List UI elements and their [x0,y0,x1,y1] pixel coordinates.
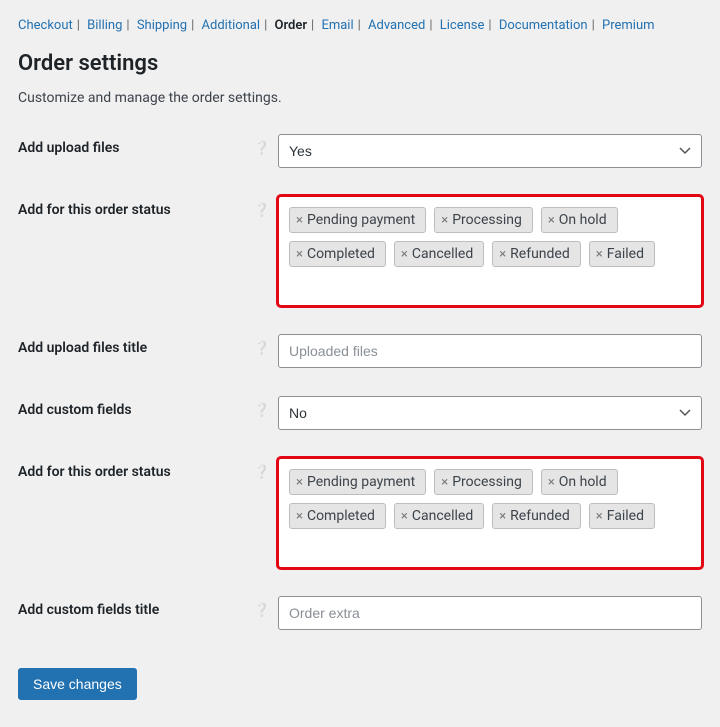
settings-tabs: Checkout| Billing| Shipping| Additional|… [18,18,702,33]
close-icon[interactable]: × [441,476,448,489]
close-icon[interactable]: × [548,214,555,227]
close-icon[interactable]: × [441,214,448,227]
upload-status-label: Add for this order status [18,202,254,218]
status-tag[interactable]: ×Refunded [492,503,581,529]
help-icon[interactable]: ❔ [254,464,270,480]
help-icon[interactable]: ❔ [254,602,270,618]
custom-status-label: Add for this order status [18,464,254,480]
tab-email[interactable]: Email [321,18,353,33]
custom-fields-select[interactable]: No [278,396,702,430]
close-icon[interactable]: × [548,476,555,489]
status-tag[interactable]: ×Cancelled [394,503,484,529]
page-title: Order settings [18,51,702,76]
status-tag[interactable]: ×Completed [289,241,386,267]
close-icon[interactable]: × [401,248,408,261]
close-icon[interactable]: × [499,248,506,261]
tab-additional[interactable]: Additional [202,18,261,33]
custom-status-tagbox[interactable]: ×Pending payment ×Processing ×On hold ×C… [278,458,702,568]
help-icon[interactable]: ❔ [254,202,270,218]
upload-files-select[interactable]: Yes [278,134,702,168]
status-tag[interactable]: ×Refunded [492,241,581,267]
custom-title-label: Add custom fields title [18,602,254,618]
tab-checkout[interactable]: Checkout [18,18,73,33]
status-tag[interactable]: ×Cancelled [394,241,484,267]
tab-premium[interactable]: Premium [602,18,655,33]
tab-advanced[interactable]: Advanced [368,18,425,33]
tab-documentation[interactable]: Documentation [499,18,588,33]
status-tag[interactable]: ×Pending payment [289,207,426,233]
help-icon[interactable]: ❔ [254,340,270,356]
tab-billing[interactable]: Billing [87,18,122,33]
custom-title-input[interactable] [278,596,702,630]
tab-license[interactable]: License [440,18,485,33]
upload-files-label: Add upload files [18,140,254,156]
close-icon[interactable]: × [401,510,408,523]
status-tag[interactable]: ×Failed [589,241,655,267]
tab-order[interactable]: Order [275,18,308,33]
close-icon[interactable]: × [296,248,303,261]
upload-title-label: Add upload files title [18,340,254,356]
close-icon[interactable]: × [296,510,303,523]
status-tag[interactable]: ×On hold [541,469,618,495]
close-icon[interactable]: × [296,476,303,489]
status-tag[interactable]: ×Pending payment [289,469,426,495]
close-icon[interactable]: × [499,510,506,523]
help-icon[interactable]: ❔ [254,402,270,418]
status-tag[interactable]: ×On hold [541,207,618,233]
help-icon[interactable]: ❔ [254,140,270,156]
upload-title-input[interactable] [278,334,702,368]
close-icon[interactable]: × [296,214,303,227]
close-icon[interactable]: × [596,510,603,523]
status-tag[interactable]: ×Failed [589,503,655,529]
upload-status-tagbox[interactable]: ×Pending payment ×Processing ×On hold ×C… [278,196,702,306]
status-tag[interactable]: ×Processing [434,469,533,495]
page-subtitle: Customize and manage the order settings. [18,90,702,106]
tab-shipping[interactable]: Shipping [137,18,187,33]
save-button[interactable]: Save changes [18,668,137,700]
custom-fields-label: Add custom fields [18,402,254,418]
status-tag[interactable]: ×Processing [434,207,533,233]
close-icon[interactable]: × [596,248,603,261]
status-tag[interactable]: ×Completed [289,503,386,529]
